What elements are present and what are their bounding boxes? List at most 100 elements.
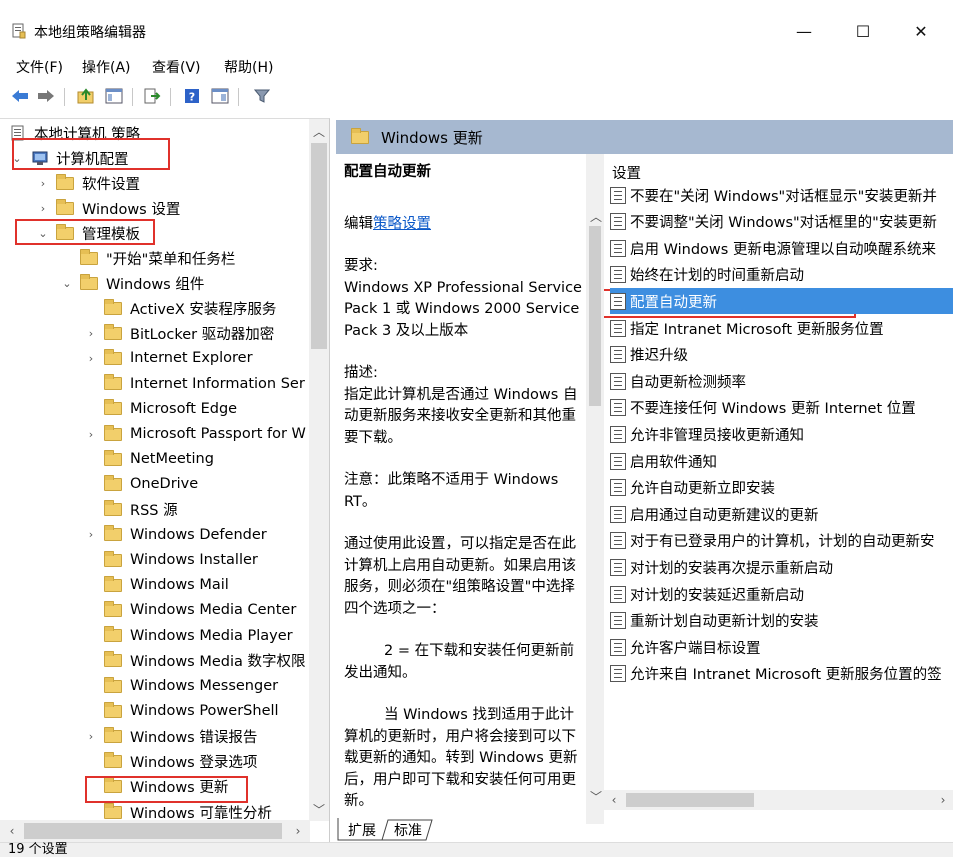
tree-item-label: Windows Media Center (130, 602, 297, 619)
settings-column-header[interactable]: 设置 (612, 162, 641, 183)
tree-item-start-menu[interactable]: "开始"菜单和任务栏 (60, 246, 235, 270)
tree-item-component[interactable]: Windows Media Player (84, 624, 293, 648)
maximize-button[interactable]: ☐ (840, 18, 886, 44)
setting-row[interactable]: 不要调整"关闭 Windows"对话框里的"安装更新 (610, 209, 953, 235)
setting-row[interactable]: 允许来自 Intranet Microsoft 更新服务位置的签 (610, 661, 953, 687)
description-scrollbar[interactable]: ︿ ﹀ (586, 154, 604, 824)
detail-paragraph: 当 Windows 找到适用于此计算机的更新时，用户将会接到可以下载更新的通知。… (344, 707, 578, 809)
tree-item-component[interactable]: › Windows 错误报告 (84, 724, 257, 748)
menu-view[interactable]: 查看(V) (152, 57, 201, 77)
tree-item-component[interactable]: Windows Media Center (84, 598, 296, 622)
scroll-right-icon[interactable]: › (933, 790, 953, 810)
setting-row[interactable]: 配置自动更新 (610, 288, 953, 315)
edit-policy-link[interactable]: 策略设置 (373, 216, 431, 232)
back-button[interactable] (10, 86, 30, 106)
tree-item-label: Windows Mail (130, 577, 229, 594)
chevron-right-icon[interactable]: › (36, 202, 50, 215)
highlight-computer-config (12, 138, 170, 170)
setting-row[interactable]: 对计划的安装再次提示重新启动 (610, 554, 953, 580)
tree-item-component[interactable]: Internet Information Ser (84, 372, 305, 396)
chevron-right-icon[interactable]: › (84, 528, 98, 541)
tab-extended[interactable]: 扩展 (342, 818, 382, 842)
tree-item-component[interactable]: OneDrive (84, 472, 198, 496)
forward-button[interactable] (36, 86, 56, 106)
chevron-right-icon[interactable]: › (84, 428, 98, 441)
tree-item-windows-settings[interactable]: › Windows 设置 (36, 196, 180, 220)
chevron-down-icon[interactable]: ⌄ (60, 277, 74, 290)
setting-row[interactable]: 不要连接任何 Windows 更新 Internet 位置 (610, 395, 953, 421)
tree-vertical-scrollbar[interactable]: ︿ ﹀ (309, 119, 329, 821)
setting-row[interactable]: 对计划的安装延迟重新启动 (610, 581, 953, 607)
minimize-button[interactable]: — (781, 18, 827, 44)
chevron-right-icon[interactable]: › (84, 730, 98, 743)
tree-item-software-settings[interactable]: › 软件设置 (36, 171, 140, 195)
scroll-left-icon[interactable]: ‹ (2, 821, 22, 841)
setting-row[interactable]: 不要在"关闭 Windows"对话框显示"安装更新并 (610, 182, 953, 208)
setting-row[interactable]: 推迟升级 (610, 342, 953, 368)
tree-item-component[interactable]: Microsoft Edge (84, 397, 237, 421)
folder-icon (104, 399, 122, 416)
close-button[interactable]: ✕ (898, 18, 944, 44)
scroll-down-icon[interactable]: ﹀ (586, 786, 606, 806)
tree-item-component[interactable]: Windows 登录选项 (84, 750, 257, 774)
svg-text:?: ? (189, 91, 195, 104)
tree-item-component[interactable]: › Windows Defender (84, 523, 267, 547)
scroll-up-icon[interactable]: ︿ (586, 206, 606, 226)
policy-editor-icon (12, 23, 26, 39)
setting-row[interactable]: 启用软件通知 (610, 448, 953, 474)
toolbar-separator (170, 88, 171, 106)
settings-horizontal-scrollbar[interactable]: ‹ › (604, 790, 953, 810)
setting-row[interactable]: 启用通过自动更新建议的更新 (610, 501, 953, 527)
tree-item-windows-components[interactable]: ⌄ Windows 组件 (60, 271, 204, 295)
tree-item-component[interactable]: RSS 源 (84, 498, 178, 522)
chevron-right-icon[interactable]: › (84, 327, 98, 340)
setting-row[interactable]: 对于有已登录用户的计算机，计划的自动更新安 (610, 528, 953, 554)
folder-icon (104, 550, 122, 567)
tree-item-component[interactable]: Windows PowerShell (84, 699, 279, 723)
tree-item-label: BitLocker 驱动器加密 (130, 326, 275, 343)
setting-row[interactable]: 启用 Windows 更新电源管理以自动唤醒系统来 (610, 235, 953, 261)
setting-row[interactable]: 自动更新检测频率 (610, 368, 953, 394)
scroll-down-icon[interactable]: ﹀ (309, 799, 329, 819)
setting-row[interactable]: 允许非管理员接收更新通知 (610, 421, 953, 447)
scroll-thumb[interactable] (24, 823, 282, 839)
menu-action[interactable]: 操作(A) (82, 57, 131, 77)
scroll-thumb[interactable] (589, 226, 601, 406)
setting-row[interactable]: 允许客户端目标设置 (610, 634, 953, 660)
policy-setting-icon (610, 665, 626, 683)
tree-item-component[interactable]: NetMeeting (84, 447, 214, 471)
up-folder-button[interactable] (76, 86, 96, 106)
properties-button[interactable] (210, 86, 230, 106)
scroll-right-icon[interactable]: › (288, 821, 308, 841)
tree-item-component[interactable]: › BitLocker 驱动器加密 (84, 321, 274, 345)
tab-standard[interactable]: 标准 (388, 818, 428, 842)
tree-item-component[interactable]: Windows Installer (84, 548, 258, 572)
scroll-thumb[interactable] (311, 143, 327, 349)
scroll-up-icon[interactable]: ︿ (309, 121, 329, 141)
scroll-left-icon[interactable]: ‹ (604, 790, 624, 810)
setting-row[interactable]: 指定 Intranet Microsoft 更新服务位置 (610, 315, 953, 341)
menu-help[interactable]: 帮助(H) (224, 57, 273, 77)
tree-item-label: Windows Installer (130, 552, 258, 568)
chevron-right-icon[interactable]: › (84, 352, 98, 365)
tree-item-component[interactable]: Windows Mail (84, 573, 229, 597)
tree-item-component[interactable]: Windows Media 数字权限 (84, 649, 306, 673)
export-button[interactable] (142, 86, 162, 106)
tree-item-component[interactable]: ActiveX 安装程序服务 (84, 296, 276, 320)
policy-setting-icon (610, 213, 626, 231)
setting-row[interactable]: 始终在计划的时间重新启动 (610, 262, 953, 288)
chevron-right-icon[interactable]: › (36, 177, 50, 190)
tree-item-component[interactable]: Windows Messenger (84, 674, 278, 698)
policy-setting-icon (610, 399, 626, 417)
scroll-thumb[interactable] (626, 793, 754, 807)
tree-horizontal-scrollbar[interactable]: ‹ › (0, 820, 310, 842)
show-tree-button[interactable] (104, 86, 124, 106)
tree-item-component[interactable]: › Internet Explorer (84, 346, 253, 370)
setting-row[interactable]: 允许自动更新立即安装 (610, 475, 953, 501)
filter-button[interactable] (252, 86, 272, 106)
tree-item-component[interactable]: › Microsoft Passport for W (84, 422, 306, 446)
tree-item-label: Windows PowerShell (130, 703, 279, 720)
setting-row[interactable]: 重新计划自动更新计划的安装 (610, 608, 953, 634)
help-button[interactable]: ? (182, 86, 202, 106)
menu-file[interactable]: 文件(F) (16, 57, 63, 77)
